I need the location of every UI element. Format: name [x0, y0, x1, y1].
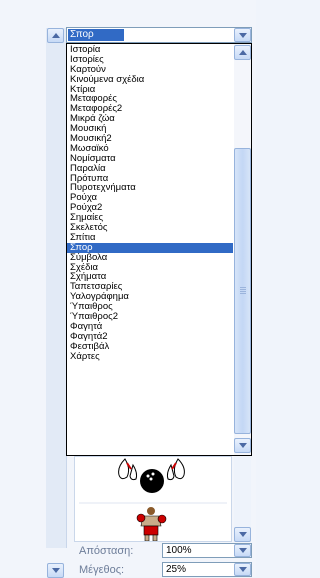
category-dropdown-value: Σπορ — [68, 29, 124, 41]
category-list-item[interactable]: Χάρτες — [67, 351, 233, 362]
category-list-items: Ιστορία Ιστορίες Καρτούν Κινούμενα σχέδια Κτ… — [67, 45, 233, 362]
scroll-up-button[interactable] — [47, 28, 64, 43]
chevron-up-icon — [238, 50, 247, 55]
bowling-clipart — [79, 458, 227, 542]
distance-value: 100% — [166, 545, 192, 556]
left-scroll-down-button[interactable] — [47, 563, 64, 578]
list-scroll-down-button[interactable] — [234, 438, 251, 453]
left-scroll-strip — [46, 28, 67, 548]
chevron-down-icon — [238, 548, 247, 553]
category-dropdown[interactable]: Σπορ — [66, 27, 252, 43]
chevron-down-icon — [238, 567, 247, 572]
chevron-up-icon — [51, 33, 60, 38]
distance-label: Απόσταση: — [79, 545, 134, 557]
chevron-down-icon — [51, 568, 60, 573]
size-value: 25% — [166, 564, 187, 575]
category-list: Ιστορία Ιστορίες Καρτούν Κινούμενα σχέδια Κτ… — [66, 43, 252, 456]
preview-scrollbar[interactable] — [234, 456, 251, 542]
dropdown-toggle-button[interactable] — [234, 28, 251, 42]
list-scroll-up-button[interactable] — [234, 45, 251, 60]
size-label: Μέγεθος: — [79, 564, 125, 576]
size-select[interactable]: 25% — [162, 562, 252, 577]
preview-scroll-down-button[interactable] — [234, 527, 251, 542]
chevron-down-icon — [238, 32, 247, 38]
list-scroll-thumb[interactable] — [234, 148, 251, 434]
distance-dropdown-button[interactable] — [234, 544, 251, 557]
clipart-panel: Σπορ Ιστορία Ιστορίες Καρτούν Κινούμενα σχέ… — [0, 0, 256, 578]
chevron-down-icon — [238, 532, 247, 537]
clipart-preview[interactable] — [74, 456, 232, 542]
chevron-down-icon — [238, 443, 247, 448]
list-scrollbar[interactable] — [234, 44, 251, 455]
size-dropdown-button[interactable] — [234, 563, 251, 576]
distance-select[interactable]: 100% — [162, 543, 252, 558]
